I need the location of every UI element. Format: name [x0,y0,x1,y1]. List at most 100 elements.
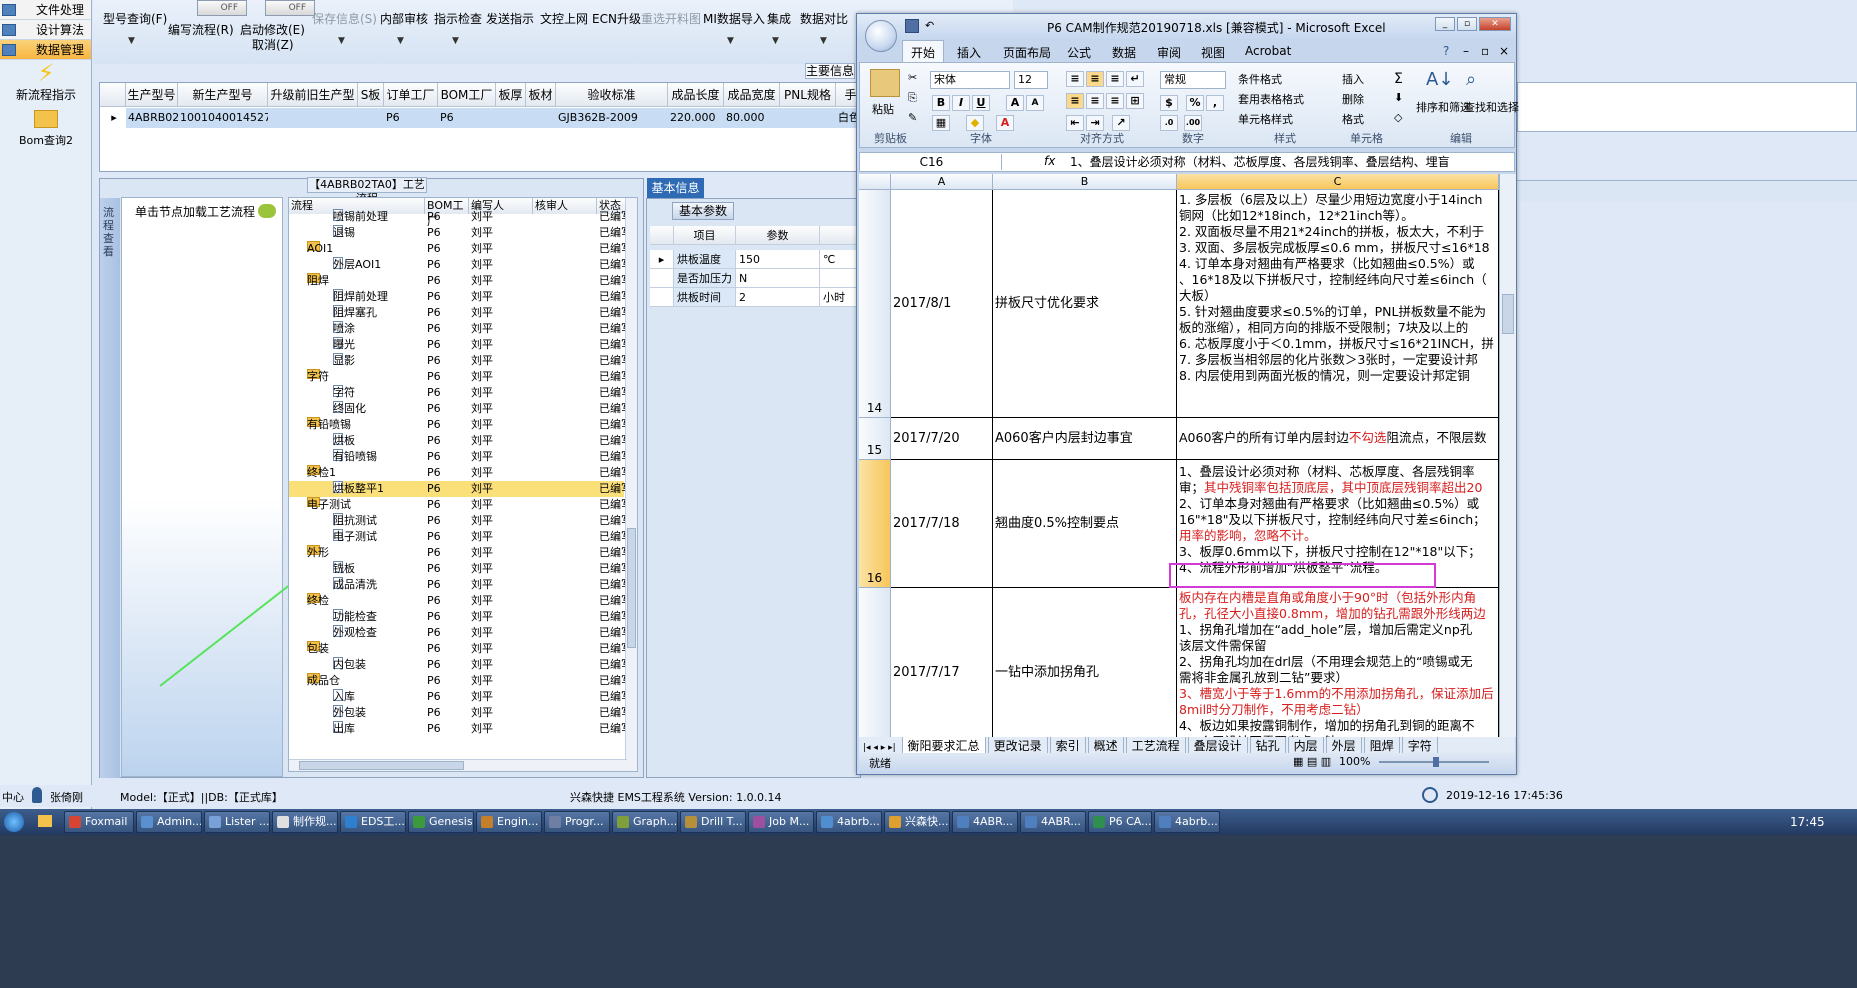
shrink-font-icon[interactable]: A [1026,95,1044,111]
help-icon[interactable]: ? [1443,44,1449,58]
sheet-nav-icon[interactable]: |◂ ◂ ▸ ▸| [863,743,896,753]
align-middle-icon[interactable]: ≡ [1086,71,1104,87]
model-query-dropdown-icon[interactable]: ▼ [128,36,135,46]
select-all-corner[interactable] [859,174,891,190]
paste-icon[interactable] [870,69,900,97]
tree-row[interactable]: 电子测试 P6 刘平 已编写 [289,529,632,545]
grid-header-6[interactable]: 板厚 [496,83,526,107]
tree-row[interactable]: 阻抗测试 P6 刘平 已编写 [289,513,632,529]
tree-row[interactable]: 内包装 P6 刘平 已编写 [289,657,632,673]
tab-formulas[interactable]: 公式 [1067,44,1091,61]
close-button[interactable]: ✕ [1479,17,1511,31]
tree-scroll-thumb[interactable] [627,528,636,648]
date-cell[interactable]: 2017/7/17 [891,588,993,737]
mi-import-button[interactable]: MI数据导入 [703,10,765,27]
grid-cell-8[interactable]: GJB362B-2009 [556,108,668,128]
zoom-level[interactable]: 100% [1339,755,1370,768]
taskbar-item[interactable]: Foxmail [64,811,134,833]
sheet-scroll-thumb[interactable] [1502,294,1514,334]
zoom-slider-thumb[interactable] [1433,757,1439,767]
tree-row[interactable]: 喷涂 P6 刘平 已编写 [289,321,632,337]
tab-review[interactable]: 审阅 [1157,44,1181,61]
number-format-box[interactable]: 常规 [1160,71,1226,89]
basic-info-tab[interactable]: 基本信息 [647,178,704,198]
grid-cell-5[interactable]: P6 [438,108,496,128]
quick-access-undo-icon[interactable]: ↶ [925,19,934,32]
ecn-upgrade-button[interactable]: ECN升级 [592,10,641,27]
comma-icon[interactable]: , [1206,95,1224,111]
align-bottom-icon[interactable]: ≡ [1106,71,1124,87]
tab-data[interactable]: 数据 [1112,44,1136,61]
maximize-button[interactable]: ▫ [1457,17,1477,31]
decrease-indent-icon[interactable]: ⇤ [1066,115,1084,131]
tab-insert[interactable]: 插入 [957,44,981,61]
grid-cell-2[interactable] [268,108,358,128]
title-cell[interactable]: 拼板尺寸优化要求 [993,190,1177,418]
title-cell[interactable]: A060客户内层封边事宜 [993,418,1177,460]
check-instruction-button[interactable]: 指示检查 [434,10,482,27]
taskbar-item[interactable]: Job M... [748,811,814,833]
date-cell[interactable]: 2017/8/1 [891,190,993,418]
taskbar-item[interactable]: Drill T... [680,811,746,833]
underline-icon[interactable]: U [972,95,990,111]
grid-header-0[interactable]: 生产型号 [126,83,178,107]
sheet-vertical-scrollbar[interactable] [1499,174,1516,737]
ribbon-minimize-icon[interactable]: – [1463,44,1469,58]
tree-row[interactable]: 烘板 P6 刘平 已编写 [289,433,632,449]
sheet-tab[interactable]: 阻焊 [1363,737,1400,753]
orientation-icon[interactable]: ↗ [1112,115,1130,131]
content-cell[interactable]: 1. 多层板（6层及以上）尽量少用短边宽度小于14inch 铜网（比如12*18i… [1177,190,1499,418]
font-color-icon[interactable]: A [996,115,1014,131]
tab-view[interactable]: 视图 [1201,44,1225,61]
grid-header-4[interactable]: 订单工厂 [384,83,438,107]
tree-row[interactable]: −阻焊P6刘平已编写 [289,273,632,289]
ribbon-close-icon[interactable]: × [1499,44,1509,58]
tab-acrobat[interactable]: Acrobat [1245,44,1291,58]
integrate-dropdown-icon[interactable]: ▼ [772,36,779,46]
tree-row[interactable]: 外包装 P6 刘平 已编写 [289,705,632,721]
sheet-tab[interactable]: 钻孔 [1249,737,1286,753]
grid-cell-6[interactable] [496,108,526,128]
tree-row[interactable]: 阻焊前处理 P6 刘平 已编写 [289,289,632,305]
tree-vertical-scrollbar[interactable] [625,198,637,771]
sheet-tab[interactable]: 内层 [1287,737,1324,753]
process-load-panel[interactable] [121,197,283,777]
bold-icon[interactable]: B [932,95,950,111]
tree-row[interactable]: −AOI1P6刘平已编写 [289,241,632,257]
merge-center-icon[interactable]: ⊞ [1126,93,1144,109]
italic-icon[interactable]: I [952,95,970,111]
tree-row[interactable]: 字符 P6 刘平 已编写 [289,385,632,401]
cell-styles-button[interactable]: 单元格样式 [1238,111,1293,127]
tree-row[interactable]: 铣板 P6 刘平 已编写 [289,561,632,577]
mi-dropdown-icon[interactable]: ▼ [727,36,734,46]
grid-header-1[interactable]: 新生产型号 [178,83,268,107]
taskbar-item[interactable]: 4abrb... [1154,811,1220,833]
tree-row[interactable]: 终固化 P6 刘平 已编写 [289,401,632,417]
taskbar-item[interactable]: 兴森快... [884,811,950,833]
params-header-value[interactable]: 参数 [736,226,820,245]
save-icon[interactable] [905,19,919,33]
clear-icon[interactable]: ◇ [1394,111,1402,124]
function-icon[interactable]: fx [1044,154,1055,168]
nav-item-0[interactable]: 文件处理 [0,0,91,20]
cut-icon[interactable]: ✂ [908,71,917,84]
tree-row[interactable]: −终检1P6刘平已编写 [289,465,632,481]
taskbar-item[interactable]: Progr... [544,811,610,833]
tree-row[interactable]: −包装P6刘平已编写 [289,641,632,657]
grid-header-10[interactable]: 成品宽度 [724,83,780,107]
sheet-tab[interactable]: 外层 [1325,737,1362,753]
date-cell[interactable]: 2017/7/20 [891,418,993,460]
fill-icon[interactable]: ⬇ [1394,91,1403,104]
grid-header-2[interactable]: 升级前旧生产型号 [268,83,358,126]
taskbar-item[interactable]: Graph... [612,811,678,833]
params-value[interactable]: 2 [736,288,820,307]
align-top-icon[interactable]: ≡ [1066,71,1084,87]
tree-row[interactable]: 烘板整平1 P6 刘平 已编写 [289,481,632,497]
check-dropdown-icon[interactable]: ▼ [452,36,459,46]
tree-row[interactable]: −字符P6刘平已编写 [289,369,632,385]
params-header-unit[interactable] [820,226,860,245]
save-dropdown-icon[interactable]: ▼ [338,36,345,46]
process-view-vertical-tab[interactable] [100,198,120,778]
tab-home[interactable]: 开始 [902,40,945,62]
grid-cell-4[interactable]: P6 [384,108,438,128]
